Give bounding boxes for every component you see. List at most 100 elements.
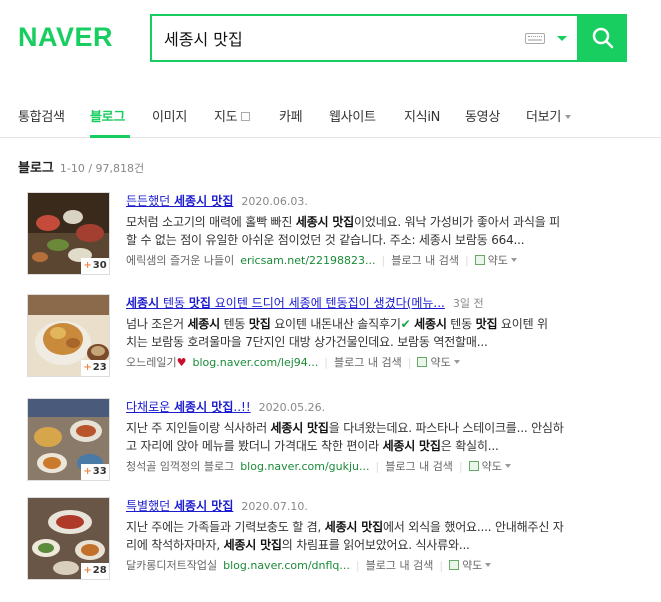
blog-author[interactable]: 청석골 임꺽정의 블로그 (126, 460, 234, 473)
map-link[interactable]: 약도 (462, 559, 482, 572)
snippet-text: 할 수 없는 점이 유일한 아쉬운 점이었던 것 같습니다. 주소: 세종시 보… (126, 233, 525, 247)
search-button[interactable] (578, 14, 627, 62)
result-title-link[interactable]: 든든했던 세종시 맛집 (126, 194, 233, 208)
blog-author[interactable]: 오느레일기 (126, 356, 177, 369)
autocomplete-toggle-icon[interactable] (557, 36, 567, 41)
result-title-link[interactable]: 특별했던 세종시 맛집 (126, 499, 233, 513)
result-count: 1-10 / 97,818건 (59, 162, 145, 175)
result-meta: 에릭샘의 즐거운 나들이 ericsam.net/22198823... | 블로그 … (126, 252, 517, 268)
thumbnail[interactable]: 28 (27, 497, 110, 580)
title-highlight: 세종시 맛집 (173, 499, 234, 513)
title-text: 특별했던 (126, 499, 174, 513)
search-box[interactable] (150, 14, 579, 62)
blog-url[interactable]: ericsam.net/22198823... (240, 254, 375, 267)
result-snippet: 지난 주에는 가족들과 기력보충도 할 겸, 세종시 맛집에서 외식을 했어요.… (126, 518, 641, 554)
tab-website[interactable]: 웹사이트 (329, 106, 376, 125)
snippet-text: 모처럼 소고기의 매력에 홀빡 빠진 (126, 215, 296, 229)
blog-author[interactable]: 달카롱디저트작업실 (126, 559, 217, 572)
snippet-text: 리에 착석하자마자, (126, 538, 224, 552)
external-box-icon (241, 112, 251, 121)
chevron-down-icon[interactable] (510, 258, 517, 262)
snippet-text: 요이텐 위 (497, 317, 548, 331)
snippet-text: 이었네요. 워낙 가성비가 좋아서 과식을 피 (354, 215, 560, 229)
snippet-text: 요이텐 내돈내산 솔직후기 (270, 317, 401, 331)
search-input[interactable] (164, 25, 504, 51)
blog-url[interactable]: blog.naver.com/lej94... (192, 356, 318, 369)
snippet-text: 텐동 (219, 317, 249, 331)
chevron-down-icon[interactable] (453, 360, 460, 364)
result-title-link[interactable]: 세종시 텐동 맛집 요이텐 드디어 세종에 텐동집이 생겼다(메뉴... (126, 296, 445, 310)
result-title-line: 세종시 텐동 맛집 요이텐 드디어 세종에 텐동집이 생겼다(메뉴... 3일 전 (126, 294, 484, 311)
tab-video[interactable]: 동영상 (465, 106, 500, 125)
result-title-line: 특별했던 세종시 맛집 2020.07.10. (126, 497, 308, 514)
map-icon (417, 357, 428, 367)
snippet-highlight: 세종시 (187, 317, 220, 331)
map-link[interactable]: 약도 (430, 356, 450, 369)
snippet-highlight: 세종시 맛집 (382, 439, 441, 453)
post-date: 2020.05.26. (258, 401, 326, 414)
snippet-highlight: 세종시 맛집 (270, 421, 329, 435)
result-meta: 오느레일기♥ blog.naver.com/lej94... | 블로그 내 검색 | 약… (126, 354, 460, 370)
active-tab-underline (90, 135, 130, 138)
result-snippet: 넘나 조은거 세종시 텐동 맛집 요이텐 내돈내산 솔직후기✔ 세종시 텐동 맛… (126, 315, 641, 351)
title-highlight: 맛집 (188, 296, 211, 310)
divider: | (355, 559, 360, 572)
snippet-text: 고 자리에 앉아 메뉴를 봤더니 가격대도 착한 편이라 (126, 439, 383, 453)
snippet-highlight: 맛집 (248, 317, 271, 331)
result-item-3: 33 다채로운 세종시 맛집..!! 2020.05.26. 지난 주 지인들이랑… (0, 398, 661, 498)
tab-kin[interactable]: 지식iN (404, 106, 440, 125)
divider: | (439, 559, 444, 572)
tab-more[interactable]: 더보기 (526, 106, 571, 125)
blog-url[interactable]: blog.naver.com/dnflq... (223, 559, 350, 572)
tab-cafe[interactable]: 카페 (279, 106, 303, 125)
thumbnail[interactable]: 33 (27, 398, 110, 481)
title-highlight: 세종시 맛집 (173, 194, 234, 208)
blog-search-link[interactable]: 블로그 내 검색 (385, 460, 453, 473)
thumbnail[interactable]: 23 (27, 294, 110, 377)
chevron-down-icon[interactable] (504, 464, 511, 468)
result-item-4: 28 특별했던 세종시 맛집 2020.07.10. 지난 주에는 가족들과 기력… (0, 497, 661, 597)
blog-search-link[interactable]: 블로그 내 검색 (366, 559, 434, 572)
search-tabs: 통합검색 블로그 이미지 지도 카페 웹사이트 지식iN 동영상 더보기 (0, 96, 661, 138)
snippet-text: 을 다녀왔는데요. 파스타나 스테이크를... 안심하 (328, 421, 564, 435)
snippet-highlight: 세종시 맛집 (295, 215, 355, 229)
tab-map[interactable]: 지도 (214, 106, 251, 125)
title-text: 요이텐 드디어 세종에 텐동집이 생겼다(메뉴... (210, 296, 445, 310)
blog-author[interactable]: 에릭샘의 즐거운 나들이 (126, 254, 234, 267)
divider: | (464, 254, 469, 267)
snippet-highlight: 세종시 맛집 (223, 538, 282, 552)
heart-icon: ♥ (176, 356, 187, 369)
result-item-1: 30 든든했던 세종시 맛집 2020.06.03. 모처럼 소고기의 매력에 홀… (0, 192, 661, 292)
image-count-badge: 28 (81, 563, 109, 579)
blog-url[interactable]: blog.naver.com/gukju... (240, 460, 369, 473)
divider: | (407, 356, 412, 369)
blog-search-link[interactable]: 블로그 내 검색 (334, 356, 402, 369)
tab-blog[interactable]: 블로그 (90, 106, 125, 125)
snippet-highlight: 세종시 맛집 (324, 520, 383, 534)
result-title-line: 든든했던 세종시 맛집 2020.06.03. (126, 192, 308, 209)
tab-image[interactable]: 이미지 (152, 106, 187, 125)
result-item-2: 23 세종시 텐동 맛집 요이텐 드디어 세종에 텐동집이 생겼다(메뉴... 3… (0, 294, 661, 394)
image-count-badge: 33 (81, 464, 109, 480)
naver-logo[interactable]: NAVER (18, 22, 113, 53)
snippet-text: 텐동 (446, 317, 476, 331)
section-title: 블로그 (18, 161, 54, 176)
chevron-down-icon[interactable] (485, 563, 492, 567)
map-link[interactable]: 약도 (488, 254, 508, 267)
result-title-link[interactable]: 다채로운 세종시 맛집..!! (126, 400, 251, 414)
keyboard-icon[interactable] (525, 33, 545, 44)
divider: | (458, 460, 463, 473)
map-icon (468, 461, 479, 471)
snippet-text: 의 차림표를 읽어보았어요. 식사류와... (281, 538, 470, 552)
tab-map-label: 지도 (214, 110, 238, 125)
map-icon (449, 560, 460, 570)
thumbnail[interactable]: 30 (27, 192, 110, 275)
blog-search-link[interactable]: 블로그 내 검색 (391, 254, 459, 267)
map-link[interactable]: 약도 (482, 460, 502, 473)
tab-integrated[interactable]: 통합검색 (18, 106, 65, 125)
post-date: 2020.07.10. (241, 500, 308, 513)
title-highlight: 세종시 맛집 (173, 400, 234, 414)
divider: | (375, 460, 380, 473)
title-highlight: 세종시 (126, 296, 160, 310)
header: NAVER (0, 0, 661, 90)
